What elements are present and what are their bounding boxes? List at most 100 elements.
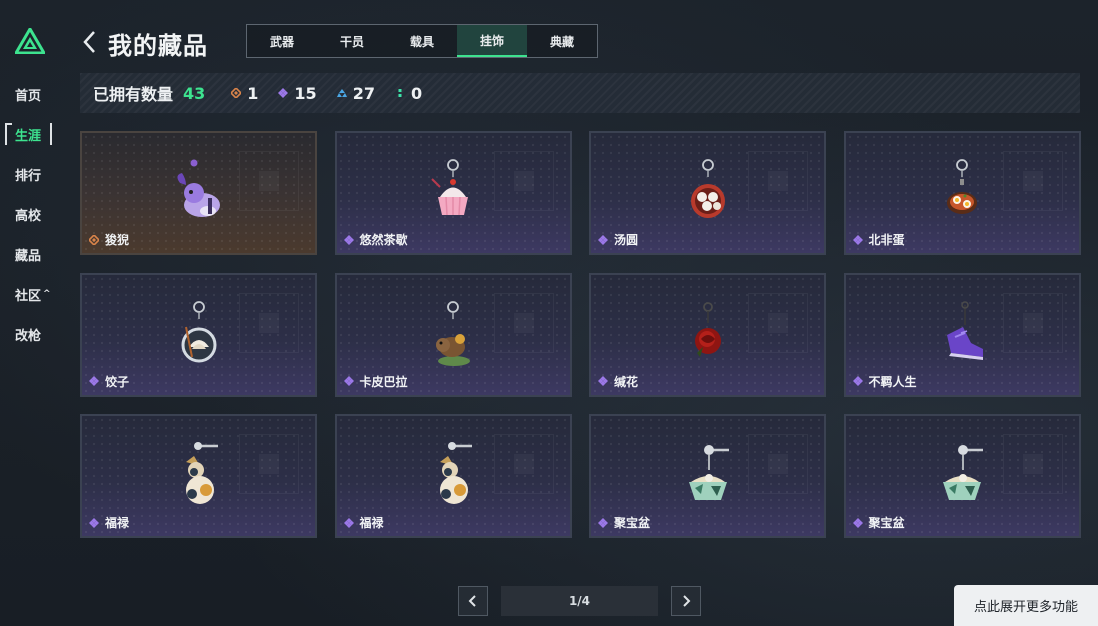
cupcake-charm-icon — [431, 159, 468, 216]
item-name: 缄花 — [614, 374, 639, 389]
tab-2[interactable]: 载具 — [387, 25, 457, 57]
rarity-purple-icon — [598, 376, 608, 386]
nav-label: 首页 — [15, 88, 42, 104]
item-name-row: 饺子 — [89, 373, 129, 390]
app-logo-icon[interactable] — [15, 28, 45, 54]
collection-item-card[interactable]: 汤圆 — [589, 131, 826, 255]
item-name: 汤圆 — [614, 233, 639, 247]
tab-0[interactable]: 武器 — [247, 25, 317, 57]
item-name-row: 聚宝盆 — [852, 514, 905, 531]
rarity-count-green: 0 — [395, 84, 422, 103]
item-name-row: 缄花 — [598, 373, 638, 390]
item-name-row: 汤圆 — [598, 231, 638, 248]
item-name-row: 狻猊 — [89, 231, 129, 248]
rarity-count-value: 27 — [352, 83, 375, 103]
collection-item-card[interactable]: 北非蛋 — [843, 131, 1081, 255]
tab-1[interactable]: 干员 — [317, 25, 387, 57]
pagination: 1/4 — [458, 586, 701, 616]
nav-label: 社区 — [15, 288, 42, 304]
card-background-pattern — [259, 454, 279, 474]
sidebar: 首页 生涯 排行 高校 藏品 社区 ^ 改枪 — [0, 0, 58, 626]
nav-label: 排行 — [15, 168, 42, 184]
collection-item-card[interactable]: 悠然茶歇 — [334, 131, 572, 255]
card-background-pattern — [768, 171, 788, 191]
chevron-right-icon — [683, 595, 691, 607]
nav-gunsmith[interactable]: 改枪 — [0, 314, 58, 354]
collection-item-card[interactable]: 狻猊 — [80, 131, 317, 255]
item-name: 北非蛋 — [868, 233, 905, 247]
collection-item-card[interactable]: 聚宝盆 — [843, 414, 1081, 538]
capybara-charm-icon — [436, 300, 470, 366]
rarity-orange-icon — [231, 88, 242, 98]
card-background-pattern — [513, 454, 534, 474]
rarity-count-blue: 27 — [336, 83, 375, 103]
collection-item-card[interactable]: 福禄 — [80, 414, 317, 538]
lion-charm-icon — [176, 159, 220, 217]
collection-item-card[interactable]: 聚宝盆 — [589, 414, 826, 538]
card-background-pattern — [1022, 171, 1043, 191]
rarity-count-value: 15 — [294, 83, 317, 103]
owned-count-label: 已拥有数量 — [93, 85, 174, 104]
item-name: 福禄 — [105, 516, 130, 530]
collection-item-card[interactable]: 卡皮巴拉 — [334, 272, 572, 397]
item-name: 不羁人生 — [868, 374, 917, 389]
page-title: 我的藏品 — [108, 32, 208, 60]
nav-home[interactable]: 首页 — [0, 74, 58, 114]
nav-label: 高校 — [15, 208, 42, 224]
rarity-count-value: 0 — [410, 83, 423, 103]
nav-career[interactable]: 生涯 — [0, 114, 58, 154]
category-tabs: 武器 干员 载具 挂饰 典藏 — [246, 24, 598, 58]
item-name: 饺子 — [105, 374, 130, 389]
card-background-pattern — [768, 454, 788, 474]
rarity-blue-icon — [336, 89, 347, 97]
rarity-green-icon — [398, 89, 402, 97]
tab-3[interactable]: 挂饰 — [457, 25, 527, 57]
item-name: 狻猊 — [105, 233, 130, 247]
collection-item-card[interactable]: 饺子 — [80, 272, 317, 397]
owned-count-total: 43 — [183, 83, 206, 103]
sidebar-nav: 首页 生涯 排行 高校 藏品 社区 ^ 改枪 — [0, 74, 58, 354]
nav-ranking[interactable]: 排行 — [0, 154, 58, 194]
rarity-purple-icon — [598, 234, 608, 245]
rarity-count-value: 1 — [247, 83, 259, 103]
card-background-pattern — [259, 171, 279, 191]
item-name: 福禄 — [359, 516, 384, 530]
rarity-purple-icon — [852, 234, 863, 245]
rarity-orange-icon — [89, 234, 99, 245]
item-name-row: 悠然茶歇 — [343, 231, 408, 248]
rarity-purple-icon — [343, 234, 354, 245]
chevron-up-icon: ^ — [43, 289, 51, 299]
item-name-row: 卡皮巴拉 — [343, 373, 408, 390]
chevron-left-icon — [468, 595, 476, 607]
next-page-button[interactable] — [671, 586, 701, 616]
owned-stats-bar: 已拥有数量 43 1 15 27 0 — [80, 73, 1080, 113]
rarity-count-purple: 15 — [278, 83, 317, 103]
page-indicator: 1/4 — [501, 586, 658, 616]
tab-4[interactable]: 典藏 — [527, 25, 597, 57]
item-name: 聚宝盆 — [868, 516, 905, 530]
collection-item-card[interactable]: 缄花 — [589, 272, 826, 397]
gourd-charm-icon — [185, 442, 218, 504]
nav-community[interactable]: 社区 ^ — [0, 274, 58, 314]
nav-collection[interactable]: 藏品 — [0, 234, 58, 274]
rarity-purple-icon — [89, 517, 99, 528]
card-background-pattern — [513, 312, 534, 333]
treasure-bowl-charm-icon — [943, 445, 983, 500]
item-name: 卡皮巴拉 — [359, 374, 408, 389]
card-background-pattern — [259, 312, 279, 333]
nav-college[interactable]: 高校 — [0, 194, 58, 234]
back-arrow-icon[interactable] — [80, 29, 100, 55]
expand-more-features-button[interactable]: 点此展开更多功能 — [954, 585, 1098, 626]
item-name: 聚宝盆 — [614, 516, 651, 530]
card-background-pattern — [1022, 312, 1043, 333]
item-name-row: 北非蛋 — [852, 231, 905, 248]
item-name-row: 不羁人生 — [852, 373, 917, 390]
prev-page-button[interactable] — [458, 586, 488, 616]
rarity-purple-icon — [89, 376, 99, 386]
rarity-purple-icon — [343, 517, 354, 528]
rarity-counts: 1 15 27 0 — [231, 84, 442, 103]
collection-item-card[interactable]: 福禄 — [334, 414, 572, 538]
rarity-purple-icon — [852, 376, 863, 386]
treasure-bowl-charm-icon — [688, 445, 729, 500]
collection-item-card[interactable]: 不羁人生 — [843, 272, 1081, 397]
